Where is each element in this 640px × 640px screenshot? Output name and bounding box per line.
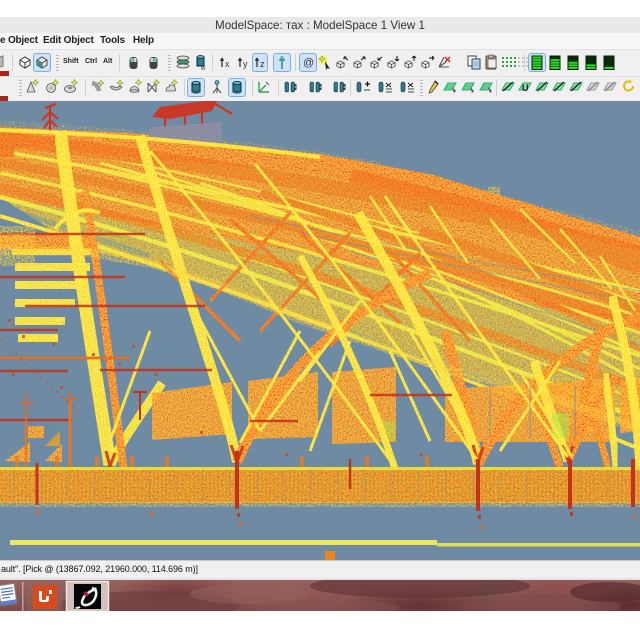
svg-text:x: x bbox=[225, 59, 230, 69]
svg-text:U: U bbox=[522, 83, 529, 93]
svg-text:@: @ bbox=[303, 57, 314, 69]
svg-text:z: z bbox=[260, 59, 265, 69]
svg-text:w: w bbox=[200, 66, 206, 71]
svg-text:y: y bbox=[243, 59, 248, 69]
